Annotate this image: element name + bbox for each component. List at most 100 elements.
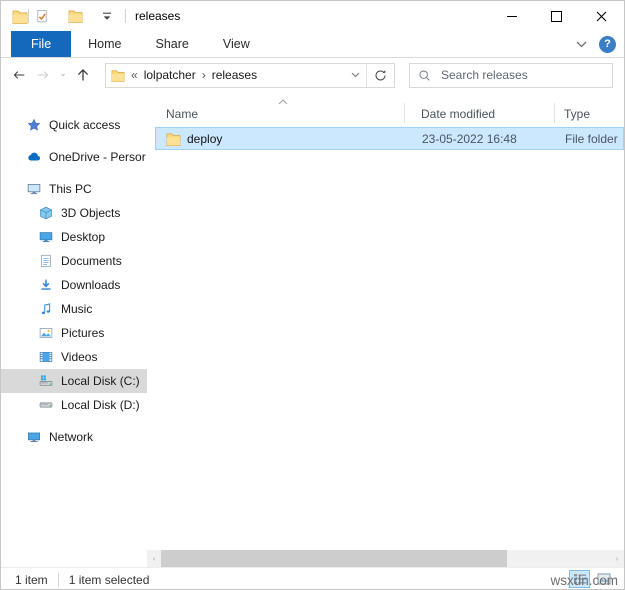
maximize-icon bbox=[551, 11, 562, 22]
search-box bbox=[409, 63, 613, 88]
tab-file[interactable]: File bbox=[11, 31, 71, 57]
sidebar-item-label: Local Disk (C:) bbox=[61, 374, 140, 388]
address-folder-icon bbox=[111, 69, 125, 82]
sidebar-item-label: Network bbox=[49, 430, 93, 444]
item-count: 1 item bbox=[15, 573, 48, 587]
sidebar-item-downloads[interactable]: Downloads bbox=[1, 273, 147, 297]
close-button[interactable] bbox=[579, 1, 624, 31]
breadcrumb-collapse-prefix[interactable]: « bbox=[131, 68, 138, 82]
sidebar-item-label: Documents bbox=[61, 254, 122, 268]
column-header-type[interactable]: Type bbox=[564, 107, 590, 121]
search-icon bbox=[418, 69, 431, 82]
sidebar-item-label: Local Disk (D:) bbox=[61, 398, 140, 412]
window-title: releases bbox=[135, 9, 180, 23]
scroll-right-arrow-icon[interactable] bbox=[610, 550, 624, 567]
customize-qat-dropdown-icon[interactable] bbox=[96, 11, 118, 22]
sort-ascending-icon bbox=[278, 99, 288, 105]
new-folder-button[interactable] bbox=[62, 8, 89, 24]
sidebar-item-pictures[interactable]: Pictures bbox=[1, 321, 147, 345]
file-name: deploy bbox=[187, 132, 222, 146]
monitor-icon bbox=[39, 230, 53, 244]
breadcrumb-item-releases[interactable]: releases bbox=[212, 68, 257, 82]
sidebar-item-label: OneDrive - Persor bbox=[49, 150, 146, 164]
disk-windows-icon bbox=[39, 374, 53, 388]
column-divider[interactable] bbox=[554, 103, 555, 123]
selection-count: 1 item selected bbox=[69, 573, 150, 587]
tab-view[interactable]: View bbox=[206, 31, 267, 57]
breadcrumb: « lolpatcher › releases bbox=[131, 68, 257, 82]
sidebar-item-documents[interactable]: Documents bbox=[1, 249, 147, 273]
breadcrumb-separator-icon: › bbox=[202, 68, 206, 82]
file-date-modified: 23-05-2022 16:48 bbox=[422, 132, 517, 146]
separator bbox=[58, 573, 59, 587]
window-controls bbox=[489, 1, 624, 31]
computer-icon bbox=[27, 182, 41, 196]
file-type: File folder bbox=[565, 132, 618, 146]
sidebar-item-label: This PC bbox=[49, 182, 92, 196]
column-header-date-modified[interactable]: Date modified bbox=[421, 107, 495, 121]
explorer-window: releases File Home Share View ? bbox=[0, 0, 625, 590]
collapse-ribbon-chevron-icon[interactable] bbox=[576, 41, 587, 48]
quick-access-toolbar bbox=[29, 8, 118, 25]
tab-share[interactable]: Share bbox=[139, 31, 206, 57]
minimize-icon bbox=[507, 16, 517, 17]
picture-icon bbox=[39, 326, 53, 340]
refresh-button[interactable] bbox=[366, 64, 394, 87]
address-bar[interactable]: « lolpatcher › releases bbox=[105, 63, 395, 88]
ribbon-tab-bar: File Home Share View ? bbox=[1, 31, 624, 58]
properties-check-button[interactable] bbox=[29, 8, 55, 25]
separator bbox=[125, 9, 126, 23]
film-icon bbox=[39, 350, 53, 364]
search-input[interactable] bbox=[439, 67, 604, 83]
cube-icon bbox=[39, 206, 53, 220]
file-list-pane: Name Date modified Type deploy 23-05-202… bbox=[147, 93, 624, 550]
address-row: « lolpatcher › releases bbox=[1, 57, 624, 93]
horizontal-scrollbar[interactable] bbox=[147, 550, 624, 567]
title-bar: releases bbox=[1, 1, 624, 31]
column-divider[interactable] bbox=[404, 103, 405, 123]
details-view-icon bbox=[573, 573, 587, 585]
sidebar-item-videos[interactable]: Videos bbox=[1, 345, 147, 369]
network-icon bbox=[27, 430, 41, 444]
minimize-button[interactable] bbox=[489, 1, 534, 31]
file-row-deploy[interactable]: deploy 23-05-2022 16:48 File folder bbox=[155, 127, 624, 150]
forward-button[interactable] bbox=[31, 62, 55, 88]
sidebar-item-label: Quick access bbox=[49, 118, 120, 132]
sidebar-item-this-pc[interactable]: This PC bbox=[1, 177, 147, 201]
back-button[interactable] bbox=[7, 62, 31, 88]
maximize-button[interactable] bbox=[534, 1, 579, 31]
scroll-left-arrow-icon[interactable] bbox=[147, 550, 161, 567]
music-note-icon bbox=[39, 302, 53, 316]
ribbon-right-controls: ? bbox=[576, 31, 624, 57]
sidebar-item-label: Videos bbox=[61, 350, 97, 364]
sidebar-item-desktop[interactable]: Desktop bbox=[1, 225, 147, 249]
app-folder-icon bbox=[12, 9, 28, 24]
sidebar-item-local-disk-d[interactable]: Local Disk (D:) bbox=[1, 393, 147, 417]
thumbnail-view-button[interactable] bbox=[593, 570, 614, 588]
sidebar-item-label: Pictures bbox=[61, 326, 104, 340]
sidebar-item-network[interactable]: Network bbox=[1, 425, 147, 449]
sidebar-item-label: Music bbox=[61, 302, 92, 316]
status-bar: 1 item 1 item selected bbox=[1, 567, 624, 590]
close-icon bbox=[596, 11, 607, 22]
sidebar-item-quick-access[interactable]: Quick access bbox=[1, 113, 147, 137]
sidebar-item-3d-objects[interactable]: 3D Objects bbox=[1, 201, 147, 225]
sidebar-item-label: Downloads bbox=[61, 278, 120, 292]
address-history-chevron-icon[interactable] bbox=[344, 72, 366, 78]
disk-icon bbox=[39, 398, 53, 412]
column-header-row: Name Date modified Type bbox=[147, 99, 624, 125]
sidebar-item-music[interactable]: Music bbox=[1, 297, 147, 321]
recent-locations-chevron-icon[interactable] bbox=[55, 62, 71, 88]
navigation-pane: Quick access OneDrive - Persor This PC 3… bbox=[1, 93, 147, 550]
sidebar-item-label: 3D Objects bbox=[61, 206, 120, 220]
up-button[interactable] bbox=[71, 62, 95, 88]
tab-home[interactable]: Home bbox=[71, 31, 138, 57]
sidebar-item-onedrive[interactable]: OneDrive - Persor bbox=[1, 145, 147, 169]
details-view-button[interactable] bbox=[569, 570, 590, 588]
column-header-name[interactable]: Name bbox=[166, 107, 198, 121]
breadcrumb-item-lolpatcher[interactable]: lolpatcher bbox=[144, 68, 196, 82]
help-icon[interactable]: ? bbox=[599, 36, 616, 53]
sidebar-item-local-disk-c[interactable]: Local Disk (C:) bbox=[1, 369, 147, 393]
scrollbar-thumb[interactable] bbox=[161, 550, 507, 567]
view-toggles bbox=[569, 570, 614, 588]
